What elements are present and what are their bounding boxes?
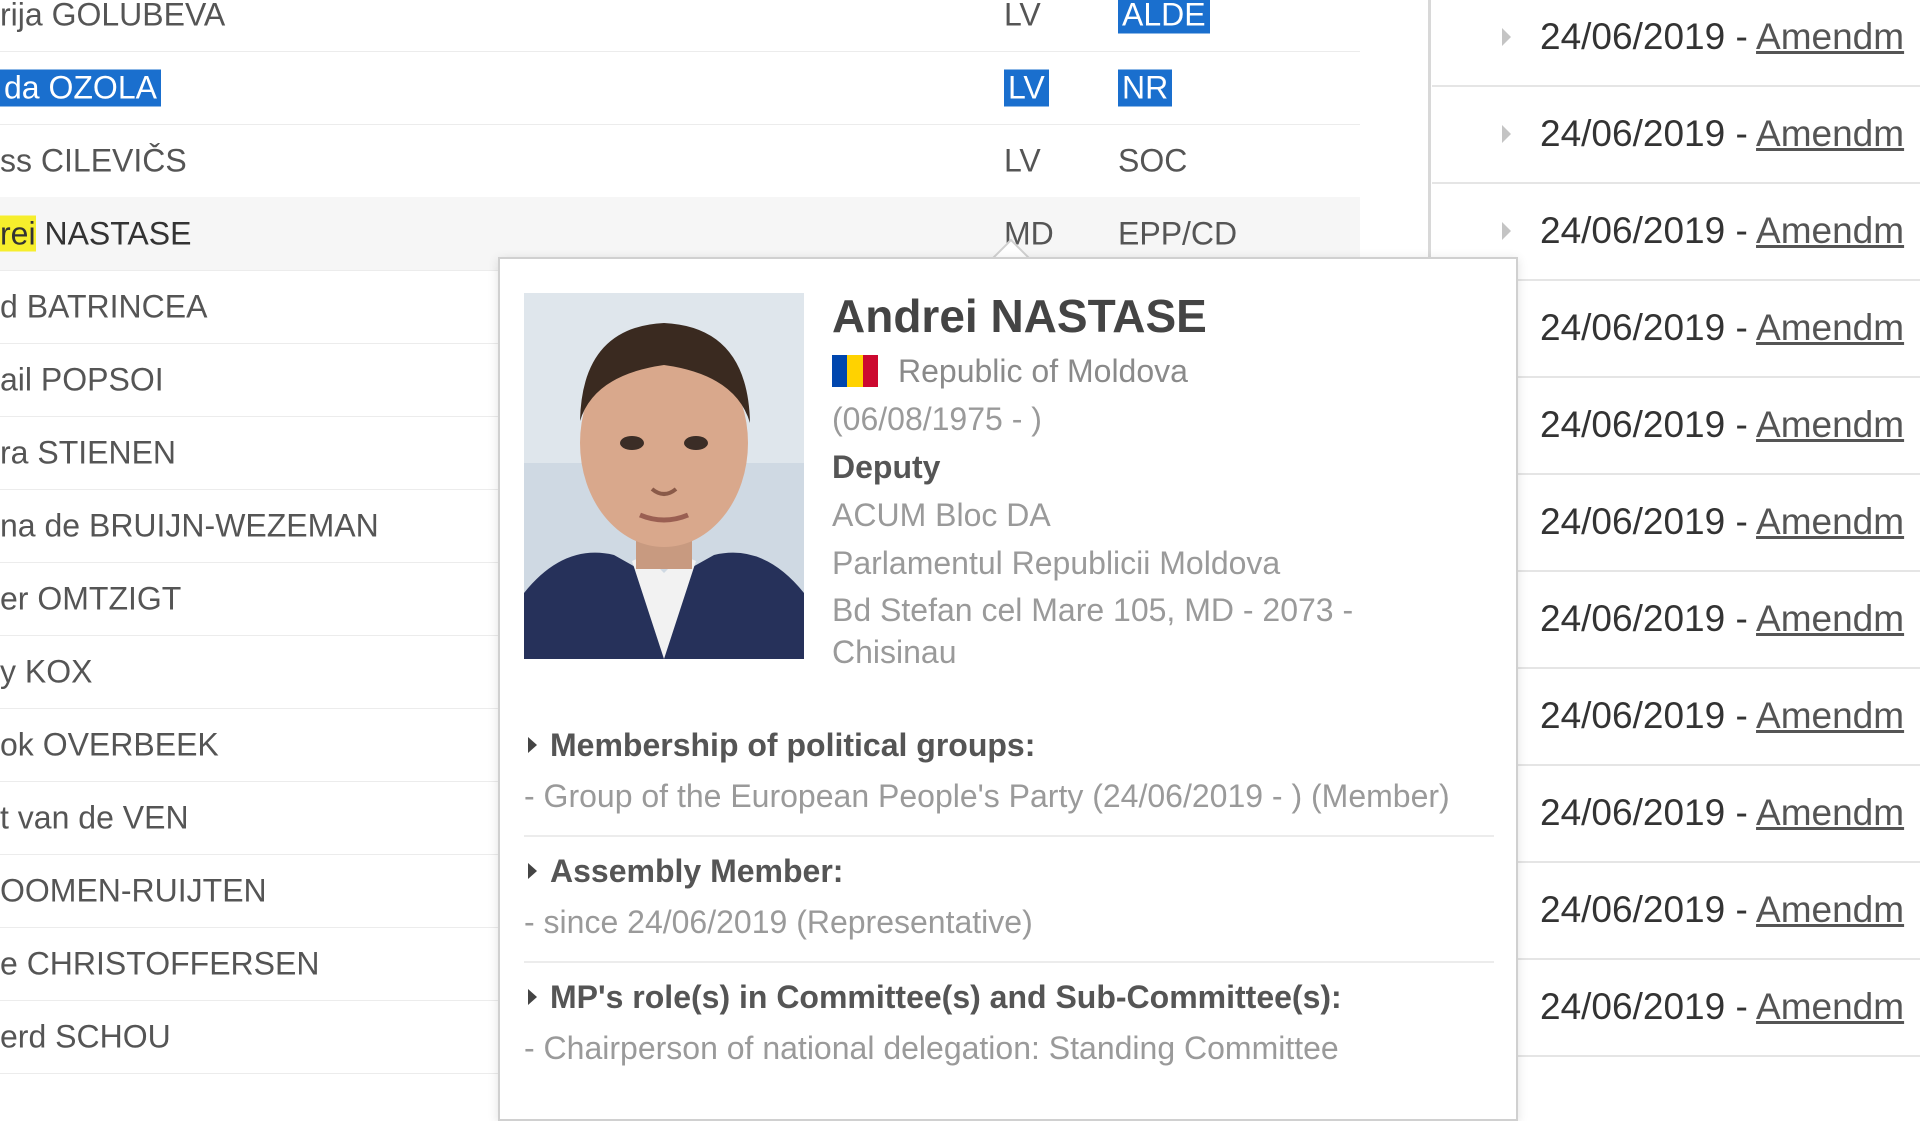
- amendment-link[interactable]: Amendm: [1756, 113, 1904, 154]
- member-country: LV: [1004, 142, 1041, 178]
- section-title: Membership of political groups:: [550, 727, 1036, 763]
- profile-address: Bd Stefan cel Mare 105, MD - 2073 - Chis…: [832, 592, 1354, 670]
- section-title: MP's role(s) in Committee(s) and Sub-Com…: [550, 979, 1342, 1015]
- amendment-link[interactable]: Amendm: [1756, 792, 1904, 833]
- profile-name: Andrei NASTASE: [832, 290, 1207, 342]
- member-name[interactable]: rei NASTASE: [0, 215, 191, 252]
- profile-parliament: Parlamentul Republicii Moldova: [832, 545, 1281, 581]
- section-political-groups: Membership of political groups: - Group …: [524, 727, 1494, 837]
- amendment-date: 24/06/2019 -: [1540, 306, 1757, 348]
- member-row[interactable]: ss CILEVIČS LV SOC: [0, 124, 1360, 198]
- section-body: - Chairperson of national delegation: St…: [524, 1030, 1339, 1066]
- profile-dates: (06/08/1975 - ): [832, 401, 1042, 437]
- amendment-date: 24/06/2019 -: [1540, 597, 1757, 639]
- amendment-link[interactable]: Amendm: [1756, 889, 1904, 930]
- amendment-date: 24/06/2019 -: [1540, 985, 1757, 1027]
- section-body: - since 24/06/2019 (Representative): [524, 904, 1033, 940]
- member-name[interactable]: na de BRUIJN-WEZEMAN: [0, 507, 379, 544]
- section-toggle[interactable]: MP's role(s) in Committee(s) and Sub-Com…: [524, 979, 1494, 1016]
- member-row[interactable]: da OZOLA LV NR: [0, 51, 1360, 125]
- amendment-link[interactable]: Amendm: [1756, 210, 1904, 251]
- member-name[interactable]: ss CILEVIČS: [0, 142, 187, 179]
- moldova-flag-icon: [832, 355, 878, 387]
- section-committee-roles: MP's role(s) in Committee(s) and Sub-Com…: [524, 979, 1494, 1067]
- member-group: ALDE: [1118, 0, 1210, 33]
- member-name[interactable]: y KOX: [0, 653, 92, 690]
- member-row[interactable]: rija GOLUBEVA LV ALDE: [0, 0, 1360, 52]
- expand-arrow-icon[interactable]: [1502, 27, 1511, 46]
- member-group: NR: [1118, 69, 1173, 106]
- caret-right-icon: [528, 737, 537, 753]
- amendment-row[interactable]: 24/06/2019 - Amendm: [1432, 85, 1920, 184]
- profile-party: ACUM Bloc DA: [832, 497, 1051, 533]
- member-profile-popup: Andrei NASTASE Republic of Moldova (06/0…: [498, 257, 1518, 1121]
- amendment-link[interactable]: Amendm: [1756, 307, 1904, 348]
- expand-arrow-icon[interactable]: [1502, 221, 1511, 240]
- member-name[interactable]: ok OVERBEEK: [0, 726, 219, 763]
- amendment-link[interactable]: Amendm: [1756, 695, 1904, 736]
- section-toggle[interactable]: Membership of political groups:: [524, 727, 1494, 764]
- member-name[interactable]: erd SCHOU: [0, 1018, 171, 1055]
- amendment-link[interactable]: Amendm: [1756, 501, 1904, 542]
- expand-arrow-icon[interactable]: [1502, 124, 1511, 143]
- section-body: - Group of the European People's Party (…: [524, 778, 1450, 814]
- member-name[interactable]: d BATRINCEA: [0, 288, 207, 325]
- member-photo: [524, 293, 804, 659]
- member-country: LV: [1004, 69, 1049, 106]
- amendment-date: 24/06/2019 -: [1540, 15, 1757, 57]
- amendment-date: 24/06/2019 -: [1540, 403, 1757, 445]
- amendment-link[interactable]: Amendm: [1756, 404, 1904, 445]
- member-name[interactable]: ra STIENEN: [0, 434, 176, 471]
- amendment-date: 24/06/2019 -: [1540, 500, 1757, 542]
- section-divider: [524, 835, 1494, 837]
- amendment-link[interactable]: Amendm: [1756, 16, 1904, 57]
- member-group: SOC: [1118, 142, 1188, 178]
- amendment-link[interactable]: Amendm: [1756, 598, 1904, 639]
- section-assembly-member: Assembly Member: - since 24/06/2019 (Rep…: [524, 853, 1494, 963]
- amendment-date: 24/06/2019 -: [1540, 888, 1757, 930]
- caret-right-icon: [528, 863, 537, 879]
- section-divider: [524, 961, 1494, 963]
- member-name[interactable]: er OMTZIGT: [0, 580, 181, 617]
- amendment-link[interactable]: Amendm: [1756, 986, 1904, 1027]
- portrait-image: [524, 293, 804, 659]
- member-name[interactable]: ail POPSOI: [0, 361, 164, 398]
- member-name[interactable]: e CHRISTOFFERSEN: [0, 945, 319, 982]
- profile-country: Republic of Moldova: [898, 353, 1188, 389]
- section-toggle[interactable]: Assembly Member:: [524, 853, 1494, 890]
- search-highlight: rei: [0, 215, 36, 251]
- section-title: Assembly Member:: [550, 853, 844, 889]
- member-name[interactable]: OOMEN-RUIJTEN: [0, 872, 267, 909]
- member-name-rest: NASTASE: [35, 215, 192, 251]
- member-country: LV: [1004, 0, 1041, 32]
- caret-right-icon: [528, 989, 537, 1005]
- amendment-date: 24/06/2019 -: [1540, 209, 1757, 251]
- amendment-date: 24/06/2019 -: [1540, 791, 1757, 833]
- member-name[interactable]: da OZOLA: [0, 69, 161, 106]
- member-group: EPP/CD: [1118, 215, 1238, 251]
- profile-role: Deputy: [832, 449, 941, 485]
- amendment-row[interactable]: 24/06/2019 - Amendm: [1432, 0, 1920, 87]
- member-name[interactable]: rija GOLUBEVA: [0, 0, 225, 33]
- member-name[interactable]: t van de VEN: [0, 799, 189, 836]
- amendment-date: 24/06/2019 -: [1540, 694, 1757, 736]
- amendment-date: 24/06/2019 -: [1540, 112, 1757, 154]
